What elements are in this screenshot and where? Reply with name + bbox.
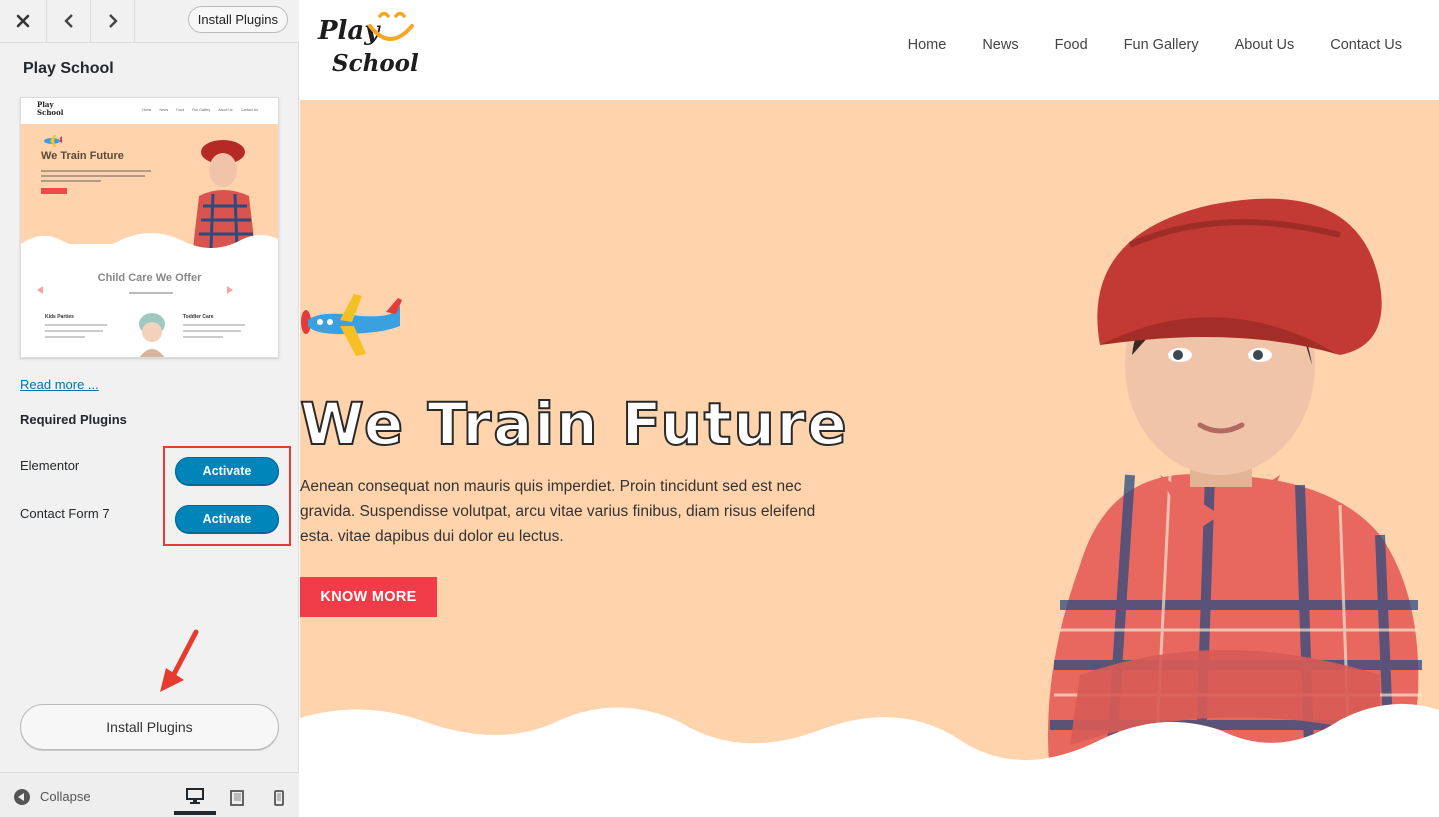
preview-desktop-button[interactable] xyxy=(174,781,216,815)
mobile-icon xyxy=(274,790,284,806)
preview-mobile-button[interactable] xyxy=(258,781,300,815)
screenshot-col-line xyxy=(45,324,107,326)
screenshot-col-line xyxy=(45,336,85,338)
site-header: Play School Home News Food Fun Gallery A… xyxy=(300,0,1439,100)
screenshot-col-title: Toddler Care xyxy=(183,314,214,320)
screenshot-nav-item: News xyxy=(159,108,169,112)
collapse-icon[interactable] xyxy=(14,789,30,805)
screenshot-col-line xyxy=(45,330,103,332)
screenshot-text-line xyxy=(41,170,151,172)
nav-home[interactable]: Home xyxy=(908,37,947,53)
baby-photo xyxy=(139,313,165,357)
theme-screenshot: Play School Home News Food Fun Gallery A… xyxy=(20,97,279,358)
hero-wave xyxy=(300,703,1439,817)
triangle-right-icon xyxy=(227,286,233,294)
screenshot-col-line xyxy=(183,330,241,332)
nav-news[interactable]: News xyxy=(982,37,1018,53)
close-button[interactable] xyxy=(0,0,47,42)
chevron-left-icon xyxy=(63,14,73,28)
customizer-sidebar: Install Plugins Play School Play School … xyxy=(0,0,299,817)
screenshot-nav-item: About Us xyxy=(218,108,233,112)
customizer-footer: Collapse xyxy=(0,772,299,817)
screenshot-header: Play School Home News Food Fun Gallery A… xyxy=(21,98,278,124)
airplane-icon xyxy=(301,294,402,356)
screenshot-col-line xyxy=(183,324,245,326)
chevron-right-icon xyxy=(108,14,118,28)
activate-elementor-button[interactable]: Activate xyxy=(175,457,279,485)
nav-food[interactable]: Food xyxy=(1055,37,1088,53)
close-icon xyxy=(16,14,30,28)
plugin-name-contact-form-7: Contact Form 7 xyxy=(20,506,110,521)
screenshot-nav-item: Home xyxy=(142,108,152,112)
screenshot-logo: Play School xyxy=(37,101,63,117)
next-theme-button[interactable] xyxy=(91,0,135,42)
hero-section: We Train Future Aenean consequat non mau… xyxy=(300,100,1439,817)
plugin-name-elementor: Elementor xyxy=(20,458,80,473)
annotation-arrow-icon xyxy=(160,629,199,692)
theme-preview: Play School Home News Food Fun Gallery A… xyxy=(300,0,1439,817)
activate-contact-form-7-button[interactable]: Activate xyxy=(175,505,279,533)
tablet-icon xyxy=(230,790,244,806)
hero-title: We Train Future xyxy=(300,389,849,459)
previous-theme-button[interactable] xyxy=(47,0,91,42)
triangle-left-icon xyxy=(37,286,43,294)
screenshot-button xyxy=(41,188,67,194)
preview-tablet-button[interactable] xyxy=(216,781,258,815)
theme-name: Play School xyxy=(23,60,114,77)
nav-contact-us[interactable]: Contact Us xyxy=(1330,37,1402,53)
airplane-icon xyxy=(44,135,62,147)
nav-about-us[interactable]: About Us xyxy=(1235,37,1295,53)
screenshot-nav-item: Fun Gallery xyxy=(192,108,211,112)
logo-line2: School xyxy=(332,50,419,77)
read-more-link[interactable]: Read more ... xyxy=(20,377,99,392)
nav-fun-gallery[interactable]: Fun Gallery xyxy=(1124,37,1199,53)
screenshot-nav-item: Contact Us xyxy=(240,108,258,112)
hero-text: Aenean consequat non mauris quis imperdi… xyxy=(300,478,816,545)
customizer-topbar: Install Plugins xyxy=(0,0,299,43)
know-more-button[interactable]: KNOW MORE xyxy=(300,577,437,617)
site-nav: Home News Food Fun Gallery About Us Cont… xyxy=(908,37,1402,53)
install-plugins-top-button[interactable]: Install Plugins xyxy=(187,6,288,33)
site-logo[interactable]: Play School xyxy=(318,8,419,80)
collapse-button[interactable]: Collapse xyxy=(40,789,91,804)
screenshot-section-line xyxy=(129,292,173,294)
required-plugins-title: Required Plugins xyxy=(20,412,127,427)
screenshot-logo-line2: School xyxy=(37,108,64,117)
screenshot-col-line xyxy=(183,336,223,338)
install-plugins-button[interactable]: Install Plugins xyxy=(20,704,279,750)
screenshot-nav: Home News Food Fun Gallery About Us Cont… xyxy=(142,108,258,112)
screenshot-section-title: Child Care We Offer xyxy=(97,272,202,284)
screenshot-nav-item: Food xyxy=(176,108,185,112)
screenshot-text-line xyxy=(41,175,145,177)
screenshot-text-line xyxy=(41,180,101,182)
screenshot-wave xyxy=(21,233,278,266)
screenshot-title: We Train Future xyxy=(41,150,124,162)
smiley-icon xyxy=(368,11,414,41)
screenshot-col-title: Kids Parties xyxy=(45,314,74,320)
desktop-icon xyxy=(186,788,204,804)
